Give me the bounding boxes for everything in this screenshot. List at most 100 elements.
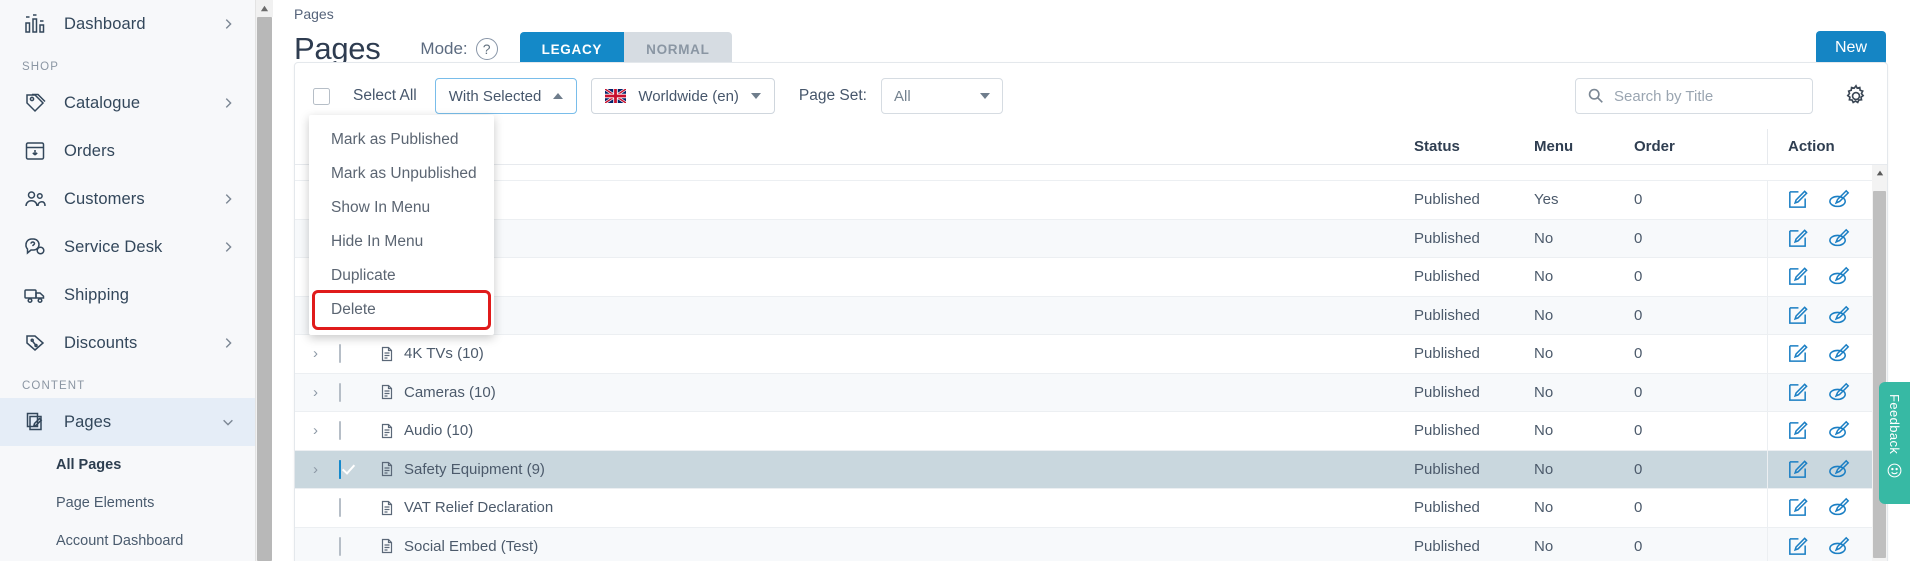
table-row[interactable]: Social Embed (Test) Published No 0 xyxy=(295,528,1887,561)
edit-icon[interactable] xyxy=(1786,381,1809,404)
with-selected-dropdown[interactable]: With Selected xyxy=(435,78,578,114)
sidebar-subitem-account-dashboard[interactable]: Account Dashboard xyxy=(0,522,255,560)
edit-icon[interactable] xyxy=(1786,419,1809,442)
row-title-cell: Audio (10) xyxy=(369,422,1414,439)
edit-icon[interactable] xyxy=(1786,535,1809,558)
main-content: Pages Pages Mode: ? LEGACY NORMAL New Se… xyxy=(272,0,1910,561)
row-checkbox[interactable] xyxy=(339,344,341,363)
menu-item-delete[interactable]: Delete xyxy=(315,293,488,327)
row-checkbox-cell xyxy=(339,422,369,439)
sidebar-item-pages[interactable]: Pages xyxy=(0,398,255,446)
menu-item-duplicate[interactable]: Duplicate xyxy=(309,259,494,293)
feedback-label: Feedback xyxy=(1887,394,1902,454)
row-title-cell: 4K TVs (10) xyxy=(369,345,1414,362)
row-menu: No xyxy=(1534,461,1634,478)
table-row[interactable]: › Ga Published No 0 xyxy=(295,258,1887,297)
mode-toggle-group[interactable]: LEGACY NORMAL xyxy=(520,32,732,66)
table-body: › › Sho Published Yes 0 xyxy=(295,165,1887,561)
help-icon[interactable]: ? xyxy=(476,38,498,60)
row-title-cell: Ga xyxy=(369,268,1414,285)
page-scrollbar-thumb[interactable] xyxy=(257,17,272,561)
table-row[interactable]: › Sho Published Yes 0 xyxy=(295,181,1887,220)
row-checkbox[interactable] xyxy=(339,537,341,556)
row-actions xyxy=(1767,220,1887,258)
sidebar-item-customers[interactable]: Customers xyxy=(0,175,255,223)
edit-icon[interactable] xyxy=(1786,265,1809,288)
sidebar-item-dashboard[interactable]: Dashboard xyxy=(0,0,255,48)
expand-row-icon[interactable]: › xyxy=(313,422,339,439)
quick-edit-icon[interactable] xyxy=(1827,188,1850,211)
sidebar-item-catalogue[interactable]: Catalogue xyxy=(0,79,255,127)
edit-icon[interactable] xyxy=(1786,458,1809,481)
quick-edit-icon[interactable] xyxy=(1827,265,1850,288)
quick-edit-icon[interactable] xyxy=(1827,535,1850,558)
table-row[interactable]: › xyxy=(295,165,1887,181)
row-title: VAT Relief Declaration xyxy=(404,499,553,516)
sidebar-item-label: Orders xyxy=(64,142,205,161)
row-actions xyxy=(1767,489,1887,527)
sidebar-item-service-desk[interactable]: Service Desk xyxy=(0,223,255,271)
gear-icon[interactable] xyxy=(1843,83,1869,109)
table-row[interactable]: › Co Published No 0 xyxy=(295,220,1887,259)
quick-edit-icon[interactable] xyxy=(1827,304,1850,327)
table-row[interactable]: VAT Relief Declaration Published No 0 xyxy=(295,489,1887,528)
menu-item-mark-as-published[interactable]: Mark as Published xyxy=(309,123,494,157)
mode-toggle-legacy[interactable]: LEGACY xyxy=(520,32,624,66)
table-row[interactable]: › Safety Equipment (9) Published No 0 xyxy=(295,451,1887,490)
expand-row-icon[interactable]: › xyxy=(313,384,339,401)
quick-edit-icon[interactable] xyxy=(1827,419,1850,442)
row-checkbox[interactable] xyxy=(339,383,341,402)
quick-edit-icon[interactable] xyxy=(1827,458,1850,481)
row-actions xyxy=(1767,451,1887,489)
new-button[interactable]: New xyxy=(1816,31,1886,65)
feedback-tab[interactable]: Feedback xyxy=(1879,382,1910,504)
row-menu: No xyxy=(1534,422,1634,439)
quick-edit-icon[interactable] xyxy=(1827,342,1850,365)
table-row[interactable]: › Phones (9) Published No 0 xyxy=(295,297,1887,336)
expand-row-icon[interactable]: › xyxy=(313,461,339,478)
app-root: Dashboard SHOP Catalogue xyxy=(0,0,1910,561)
row-checkbox[interactable] xyxy=(339,498,341,517)
expand-row-icon[interactable]: › xyxy=(313,345,339,362)
sidebar-item-shipping[interactable]: Shipping xyxy=(0,271,255,319)
chevron-up-icon xyxy=(553,93,563,99)
scroll-up-arrow-icon[interactable] xyxy=(256,0,273,17)
sidebar-item-discounts[interactable]: Discounts xyxy=(0,319,255,367)
quick-edit-icon[interactable] xyxy=(1827,381,1850,404)
row-actions xyxy=(1767,297,1887,335)
locale-dropdown[interactable]: Worldwide (en) xyxy=(591,78,775,114)
edit-icon[interactable] xyxy=(1786,304,1809,327)
quick-edit-icon[interactable] xyxy=(1827,496,1850,519)
edit-icon[interactable] xyxy=(1786,496,1809,519)
select-all-checkbox[interactable] xyxy=(313,88,330,105)
menu-item-show-in-menu[interactable]: Show In Menu xyxy=(309,191,494,225)
row-order: 0 xyxy=(1634,422,1767,439)
sidebar-item-orders[interactable]: Orders xyxy=(0,127,255,175)
table-scroll-up-arrow-icon[interactable] xyxy=(1872,165,1887,180)
row-menu: No xyxy=(1534,230,1634,247)
edit-icon[interactable] xyxy=(1786,342,1809,365)
edit-icon[interactable] xyxy=(1786,188,1809,211)
menu-item-mark-as-unpublished[interactable]: Mark as Unpublished xyxy=(309,157,494,191)
menu-item-hide-in-menu[interactable]: Hide In Menu xyxy=(309,225,494,259)
row-actions xyxy=(1767,374,1887,412)
edit-icon[interactable] xyxy=(1786,227,1809,250)
chevron-down-icon xyxy=(980,93,990,99)
table-row[interactable]: › Cameras (10) Published No 0 xyxy=(295,374,1887,413)
table-row[interactable]: › Audio (10) Published No 0 xyxy=(295,412,1887,451)
quick-edit-icon[interactable] xyxy=(1827,227,1850,250)
row-checkbox[interactable] xyxy=(339,421,341,440)
sidebar-group-content: CONTENT xyxy=(0,367,255,398)
sidebar-subitem-all-pages[interactable]: All Pages xyxy=(0,446,255,484)
mode-toggle-normal[interactable]: NORMAL xyxy=(624,32,731,66)
page-set-dropdown[interactable]: All xyxy=(881,78,1003,114)
row-order: 0 xyxy=(1634,499,1767,516)
sidebar-subitem-page-elements[interactable]: Page Elements xyxy=(0,484,255,522)
search-input[interactable] xyxy=(1575,78,1813,114)
column-header-order: Order xyxy=(1634,138,1767,155)
page-scrollbar[interactable] xyxy=(255,0,272,561)
table-row[interactable]: › 4K TVs (10) Published No 0 xyxy=(295,335,1887,374)
row-checkbox[interactable] xyxy=(339,460,341,479)
row-title: Audio (10) xyxy=(404,422,473,439)
row-status: Published xyxy=(1414,268,1534,285)
